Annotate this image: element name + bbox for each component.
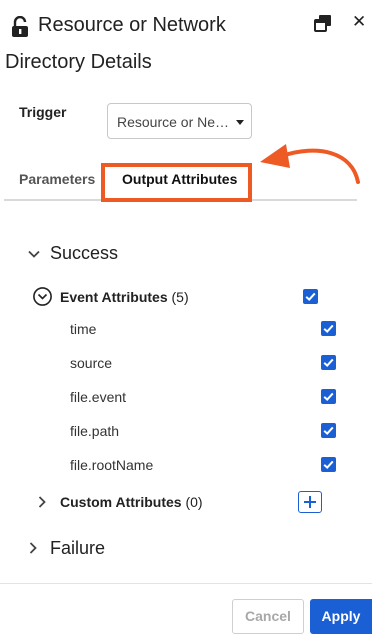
panel-title: Resource or Network — [38, 14, 226, 36]
checkmark-icon — [323, 460, 334, 470]
annotation-arrow-icon — [260, 144, 360, 184]
event-attributes-title: Event Attributes — [60, 289, 168, 305]
close-icon[interactable]: ✕ — [352, 13, 368, 31]
event-attributes-checkbox[interactable] — [303, 289, 318, 304]
unlock-icon — [12, 16, 28, 37]
attribute-item-file-rootname: file.rootName — [70, 457, 154, 473]
chevron-right-icon[interactable] — [36, 496, 48, 508]
plus-icon — [304, 496, 316, 508]
failure-section-label: Failure — [50, 538, 106, 558]
checkmark-icon — [305, 292, 316, 302]
trigger-label: Trigger — [19, 104, 67, 120]
checkmark-icon — [323, 426, 334, 436]
attribute-item-file-event: file.event — [70, 389, 127, 405]
attribute-item-file-path: file.path — [70, 423, 120, 439]
event-attributes-count: (5) — [171, 289, 189, 305]
attribute-checkbox-file-rootname[interactable] — [321, 457, 336, 472]
chevron-down-icon[interactable] — [28, 248, 40, 260]
add-custom-attribute-button[interactable] — [298, 491, 322, 513]
attribute-item-source: source — [70, 355, 113, 371]
caret-down-icon — [236, 120, 244, 125]
cancel-button[interactable]: Cancel — [232, 599, 304, 634]
footer-divider — [0, 583, 372, 584]
tab-parameters[interactable]: Parameters — [19, 171, 95, 187]
attribute-item-time: time — [70, 321, 97, 337]
custom-attributes-title: Custom Attributes — [60, 494, 182, 510]
checkmark-icon — [323, 392, 334, 402]
collapse-circle-icon[interactable] — [33, 287, 52, 306]
custom-attributes-count: (0) — [185, 494, 203, 510]
checkmark-icon — [323, 358, 334, 368]
trigger-selected-value: Resource or Ne… — [117, 114, 229, 130]
attribute-checkbox-time[interactable] — [321, 321, 336, 336]
trigger-select[interactable]: Resource or Ne… — [107, 103, 252, 139]
attribute-checkbox-file-path[interactable] — [321, 423, 336, 438]
attribute-checkbox-source[interactable] — [321, 355, 336, 370]
apply-button[interactable]: Apply — [310, 599, 372, 634]
annotation-highlight-box — [101, 163, 252, 202]
event-attributes-label: Event Attributes (5) — [60, 289, 189, 305]
copy-window-icon[interactable] — [314, 14, 332, 32]
chevron-right-icon[interactable] — [27, 542, 39, 554]
success-section-label: Success — [50, 243, 119, 263]
checkmark-icon — [323, 324, 334, 334]
custom-attributes-label: Custom Attributes (0) — [60, 494, 203, 510]
panel-subtitle: Directory Details — [5, 51, 152, 73]
attribute-checkbox-file-event[interactable] — [321, 389, 336, 404]
